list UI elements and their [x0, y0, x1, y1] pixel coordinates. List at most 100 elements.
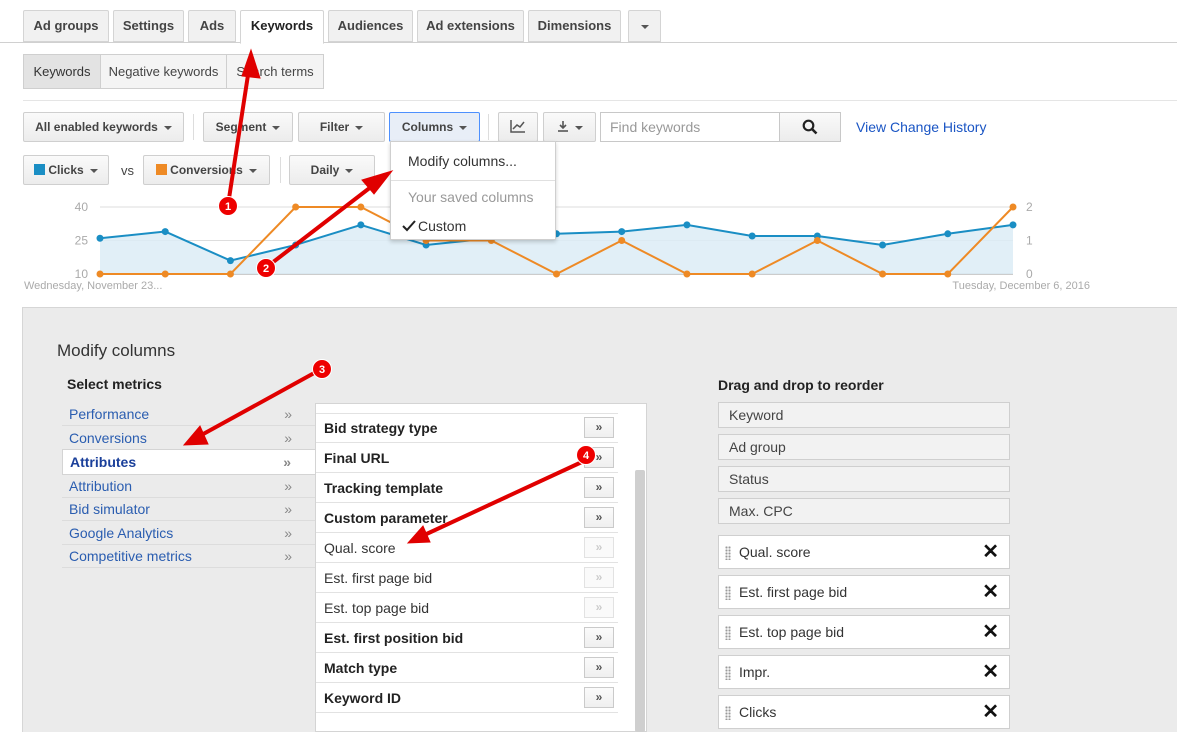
selected-column[interactable]: Clicks ✕ — [718, 695, 1010, 729]
category-google-analytics[interactable]: Google Analytics » — [62, 521, 317, 545]
column-label: Impr. — [739, 664, 771, 680]
category-conversions[interactable]: Conversions » — [62, 426, 317, 450]
add-metric-button[interactable]: » — [584, 507, 614, 528]
drag-handle-icon[interactable] — [725, 546, 731, 560]
filter-button[interactable]: Filter — [298, 112, 385, 142]
selected-column[interactable]: Qual. score ✕ — [718, 535, 1010, 569]
drag-handle-icon[interactable] — [725, 626, 731, 640]
view-change-history-link[interactable]: View Change History — [856, 119, 986, 135]
category-attributes[interactable]: Attributes » — [62, 449, 317, 475]
column-label: Clicks — [739, 704, 777, 720]
add-metric-button: » — [584, 597, 614, 618]
find-keywords-input[interactable] — [600, 112, 780, 142]
close-icon[interactable]: ✕ — [982, 536, 999, 568]
drag-handle-icon[interactable] — [725, 666, 731, 680]
add-metric-button[interactable]: » — [584, 627, 614, 648]
double-chevron-right-icon: » — [284, 525, 292, 541]
metric-label: Qual. score — [324, 540, 396, 556]
download-icon — [557, 121, 568, 132]
subtab-negative-keywords[interactable]: Negative keywords — [100, 54, 227, 89]
tab-more-dropdown[interactable] — [628, 10, 661, 42]
drag-handle-icon[interactable] — [725, 586, 731, 600]
chevron-down-icon — [640, 24, 649, 29]
category-label: Attribution — [69, 478, 133, 494]
add-metric-button[interactable]: » — [584, 657, 614, 678]
segment-button[interactable]: Segment — [203, 112, 293, 142]
metric-list-scrollbar[interactable] — [635, 470, 645, 732]
tab-ad-groups[interactable]: Ad groups — [23, 10, 109, 42]
subtab-keywords[interactable]: Keywords — [23, 54, 101, 89]
tab-keywords[interactable]: Keywords — [240, 10, 324, 44]
data-point — [292, 203, 300, 211]
add-metric-button[interactable]: » — [584, 477, 614, 498]
search-button[interactable] — [779, 112, 841, 142]
columns-button[interactable]: Columns — [389, 112, 480, 142]
data-point — [226, 257, 234, 265]
all-enabled-keywords-button[interactable]: All enabled keywords — [23, 112, 184, 142]
tab-dimensions[interactable]: Dimensions — [528, 10, 621, 42]
tab-ads[interactable]: Ads — [188, 10, 236, 42]
category-bid-simulator[interactable]: Bid simulator » — [62, 497, 317, 521]
add-metric-button[interactable]: » — [584, 417, 614, 438]
columns-dropdown-menu: Modify columns... Your saved columns Cus… — [390, 141, 556, 240]
selected-column[interactable]: Est. first page bid ✕ — [718, 575, 1010, 609]
y-right-tick-label: 1 — [1026, 234, 1033, 248]
panel-title: Modify columns — [57, 341, 176, 360]
data-point — [879, 241, 887, 249]
column-label: Est. first page bid — [739, 584, 848, 600]
column-label: Qual. score — [739, 544, 811, 560]
selected-column[interactable]: Est. top page bid ✕ — [718, 615, 1010, 649]
close-icon[interactable]: ✕ — [982, 696, 999, 728]
close-icon[interactable]: ✕ — [982, 576, 999, 608]
annotation-marker-1: 1 — [218, 196, 238, 216]
add-metric-button[interactable]: » — [584, 687, 614, 708]
metric-row: Est. top page bid » — [316, 593, 618, 623]
tab-settings[interactable]: Settings — [113, 10, 184, 42]
saved-columns-label: Your saved columns — [408, 189, 534, 205]
annotation-marker-3: 3 — [312, 359, 332, 379]
selected-column[interactable]: Impr. ✕ — [718, 655, 1010, 689]
interval-dropdown[interactable]: Daily — [289, 155, 375, 185]
subtab-search-terms[interactable]: Search terms — [226, 54, 324, 89]
data-point — [357, 203, 365, 211]
data-point — [553, 270, 560, 278]
metric-row: Est. first position bid » — [316, 623, 618, 653]
data-point — [1009, 203, 1017, 211]
modify-columns-menu-item[interactable]: Modify columns... — [408, 153, 572, 169]
tab-ad-extensions[interactable]: Ad extensions — [417, 10, 524, 42]
double-chevron-right-icon: » — [284, 430, 292, 446]
metric-label: Keyword ID — [324, 690, 402, 706]
category-performance[interactable]: Performance » — [62, 402, 317, 426]
chevron-down-icon — [459, 125, 468, 130]
chevron-down-icon — [355, 125, 364, 130]
category-label: Conversions — [69, 430, 147, 446]
category-label: Bid simulator — [69, 501, 150, 517]
download-button[interactable] — [543, 112, 596, 142]
close-icon[interactable]: ✕ — [982, 656, 999, 688]
metric-row: Est. first page bid » — [316, 563, 618, 593]
chevron-down-icon — [89, 168, 98, 173]
y-right-tick-label: 0 — [1026, 267, 1033, 281]
metric1-dropdown[interactable]: Clicks — [23, 155, 109, 185]
metric-row: Custom parameter » — [316, 503, 618, 533]
category-competitive-metrics[interactable]: Competitive metrics » — [62, 544, 317, 568]
tab-audiences[interactable]: Audiences — [328, 10, 413, 42]
metric-label: Est. top page bid — [324, 600, 430, 616]
metric-label: Final URL — [324, 450, 390, 466]
data-point — [813, 237, 821, 244]
data-point — [161, 270, 169, 278]
chart-toggle-button[interactable] — [498, 112, 538, 142]
drag-handle-icon[interactable] — [725, 706, 731, 720]
metric-row: Tracking template » — [316, 473, 618, 503]
data-point — [357, 221, 365, 229]
data-point — [96, 234, 104, 242]
close-icon[interactable]: ✕ — [982, 616, 999, 648]
metric-label: Tracking template — [324, 480, 444, 496]
metric2-dropdown[interactable]: Conversions — [143, 155, 270, 185]
category-attribution[interactable]: Attribution » — [62, 474, 317, 498]
fixed-column: Status — [718, 466, 1010, 492]
line-chart-icon — [510, 120, 525, 133]
chevron-down-icon — [163, 125, 172, 130]
custom-columns-menu-item[interactable]: Custom — [402, 218, 566, 234]
category-label: Google Analytics — [69, 525, 174, 541]
